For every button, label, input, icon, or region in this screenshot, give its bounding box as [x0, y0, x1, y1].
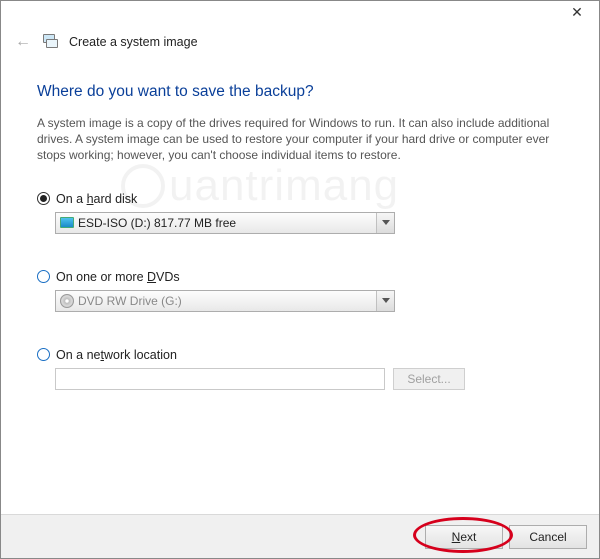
radio-icon	[37, 348, 50, 361]
option-network: On a network location Select...	[37, 348, 563, 390]
radio-label: On one or more DVDs	[56, 270, 180, 284]
radio-hard-disk[interactable]: On a hard disk	[37, 192, 563, 206]
wizard-title: Create a system image	[69, 35, 198, 49]
hard-disk-value: ESD-ISO (D:) 817.77 MB free	[78, 216, 236, 230]
titlebar: ✕	[1, 1, 599, 31]
hard-disk-dropdown[interactable]: ESD-ISO (D:) 817.77 MB free	[55, 212, 395, 234]
select-network-button[interactable]: Select...	[393, 368, 465, 390]
close-button[interactable]: ✕	[563, 5, 591, 25]
radio-label: On a hard disk	[56, 192, 137, 206]
page-description: A system image is a copy of the drives r…	[37, 115, 563, 164]
dvd-icon	[60, 294, 74, 308]
radio-network[interactable]: On a network location	[37, 348, 563, 362]
wizard-body: uantrimang Where do you want to save the…	[1, 61, 599, 514]
wizard-window: ✕ ← Create a system image uantrimang Whe…	[0, 0, 600, 559]
chevron-down-icon	[376, 291, 394, 311]
radio-icon	[37, 192, 50, 205]
option-dvds: On one or more DVDs DVD RW Drive (G:)	[37, 270, 563, 312]
page-heading: Where do you want to save the backup?	[37, 83, 563, 101]
chevron-down-icon	[376, 213, 394, 233]
option-hard-disk: On a hard disk ESD-ISO (D:) 817.77 MB fr…	[37, 192, 563, 234]
back-icon[interactable]: ←	[13, 33, 33, 51]
wizard-footer: Next Cancel	[1, 514, 599, 558]
system-image-icon	[43, 34, 59, 50]
dvd-dropdown[interactable]: DVD RW Drive (G:)	[55, 290, 395, 312]
next-button[interactable]: Next	[425, 525, 503, 549]
network-path-input[interactable]	[55, 368, 385, 390]
dvd-value: DVD RW Drive (G:)	[78, 294, 182, 308]
hdd-icon	[60, 217, 74, 228]
radio-label: On a network location	[56, 348, 177, 362]
radio-dvds[interactable]: On one or more DVDs	[37, 270, 563, 284]
cancel-button[interactable]: Cancel	[509, 525, 587, 549]
wizard-header: ← Create a system image	[1, 31, 599, 61]
radio-icon	[37, 270, 50, 283]
